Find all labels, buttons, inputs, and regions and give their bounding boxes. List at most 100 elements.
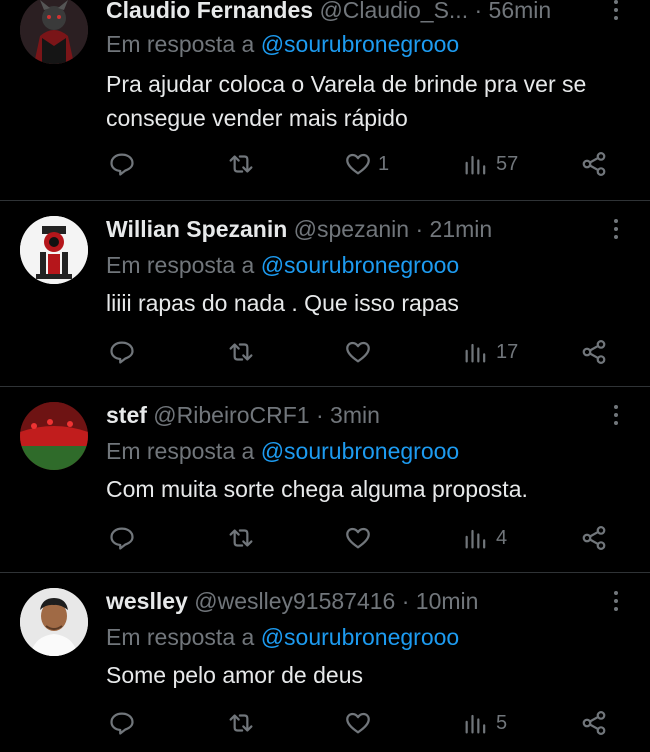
author-handle[interactable]: @Claudio_S... (319, 0, 468, 23)
separator-dot: · (415, 216, 424, 242)
reply-mention-link[interactable]: @sourubronegrooo (261, 252, 460, 278)
repost-button[interactable] (226, 336, 256, 368)
tweet[interactable]: Claudio Fernandes @Claudio_S... · 56min … (0, 0, 650, 200)
view-count: 5 (496, 711, 508, 734)
repost-button[interactable] (226, 148, 256, 180)
repost-button[interactable] (226, 522, 256, 554)
tweet-header: Claudio Fernandes @Claudio_S... · 56min (106, 0, 551, 24)
tweet-actions: 1 57 (0, 148, 650, 180)
share-button[interactable] (580, 336, 608, 368)
share-icon (582, 711, 606, 735)
views-button[interactable]: 5 (462, 707, 507, 739)
views-chart-icon (465, 155, 486, 175)
reply-mention-link[interactable]: @sourubronegrooo (261, 31, 460, 57)
tweet-actions: 17 (0, 336, 650, 368)
timestamp[interactable]: 10min (416, 588, 479, 614)
tweet[interactable]: stef @RibeiroCRF1 · 3min Em resposta a @… (0, 387, 650, 572)
repost-button[interactable] (226, 707, 256, 739)
tweet-text: liiii rapas do nada . Que isso rapas (106, 290, 459, 316)
repost-icon (229, 343, 253, 361)
reply-mention-link[interactable]: @sourubronegrooo (261, 438, 460, 464)
reply-context: Em resposta a @sourubronegrooo (106, 623, 459, 651)
share-icon (582, 152, 606, 176)
repost-icon (229, 529, 253, 547)
heart-icon (346, 527, 370, 549)
view-count: 57 (496, 152, 519, 175)
author-name[interactable]: Willian Spezanin (106, 216, 287, 242)
author-name[interactable]: Claudio Fernandes (106, 0, 313, 23)
views-button[interactable]: 17 (462, 336, 518, 368)
heart-icon (346, 341, 370, 363)
reply-icon (110, 527, 134, 550)
repost-icon (229, 155, 253, 173)
tweet-actions: 4 (0, 522, 650, 554)
tweet[interactable]: weslley @weslley91587416 · 10min Em resp… (0, 573, 650, 752)
reply-icon (110, 712, 134, 735)
share-button[interactable] (580, 148, 608, 180)
like-button[interactable] (344, 707, 378, 739)
tweet-header: weslley @weslley91587416 · 10min (106, 587, 478, 615)
separator-dot: · (474, 0, 483, 23)
share-icon (582, 340, 606, 364)
timestamp[interactable]: 3min (330, 402, 380, 428)
reply-button[interactable] (108, 336, 136, 368)
views-button[interactable]: 4 (462, 522, 507, 554)
reply-context: Em resposta a @sourubronegrooo (106, 437, 459, 465)
avatar-image (20, 402, 88, 470)
avatar[interactable] (20, 588, 88, 656)
more-options-icon[interactable] (606, 587, 626, 615)
timestamp[interactable]: 56min (489, 0, 552, 23)
tweet[interactable]: Willian Spezanin @spezanin · 21min Em re… (0, 201, 650, 386)
like-button[interactable] (344, 522, 378, 554)
share-button[interactable] (580, 707, 608, 739)
reply-prefix: Em resposta a (106, 438, 255, 464)
tweet-text: Some pelo amor de deus (106, 662, 363, 688)
separator-dot: · (401, 588, 410, 614)
views-button[interactable]: 57 (462, 148, 518, 180)
reply-icon (110, 153, 134, 176)
author-name[interactable]: stef (106, 402, 147, 428)
repost-icon (229, 714, 253, 732)
author-handle[interactable]: @spezanin (294, 216, 409, 242)
like-button[interactable] (344, 336, 378, 368)
view-count: 17 (496, 340, 519, 363)
heart-icon (346, 712, 370, 734)
author-name[interactable]: weslley (106, 588, 188, 614)
more-options-icon[interactable] (606, 401, 626, 429)
more-options-icon[interactable] (606, 215, 626, 243)
reply-context: Em resposta a @sourubronegrooo (106, 251, 459, 279)
tweet-actions: 5 (0, 707, 650, 739)
timestamp[interactable]: 21min (430, 216, 493, 242)
tweet-text: Pra ajudar coloca o Varela de brinde pra… (106, 71, 587, 131)
reply-button[interactable] (108, 148, 136, 180)
tweet-header: Willian Spezanin @spezanin · 21min (106, 215, 492, 243)
more-options-icon[interactable] (606, 0, 626, 24)
view-count: 4 (496, 526, 508, 549)
share-icon (582, 526, 606, 550)
views-chart-icon (465, 343, 486, 363)
share-button[interactable] (580, 522, 608, 554)
views-chart-icon (465, 714, 486, 734)
avatar[interactable] (20, 216, 88, 284)
reply-button[interactable] (108, 707, 136, 739)
reply-prefix: Em resposta a (106, 624, 255, 650)
tweet-header: stef @RibeiroCRF1 · 3min (106, 401, 380, 429)
like-count: 1 (378, 152, 390, 175)
avatar-image (20, 588, 88, 656)
heart-icon (346, 153, 370, 175)
like-button[interactable]: 1 (344, 148, 389, 180)
avatar[interactable] (20, 0, 88, 64)
tweet-text: Com muita sorte chega alguma proposta. (106, 476, 528, 502)
views-chart-icon (465, 529, 486, 549)
author-handle[interactable]: @weslley91587416 (194, 588, 395, 614)
reply-context: Em resposta a @sourubronegrooo (106, 30, 459, 58)
reply-icon (110, 341, 134, 364)
avatar[interactable] (20, 402, 88, 470)
reply-button[interactable] (108, 522, 136, 554)
separator-dot: · (315, 402, 324, 428)
reply-prefix: Em resposta a (106, 252, 255, 278)
reply-prefix: Em resposta a (106, 31, 255, 57)
avatar-image (20, 216, 88, 284)
author-handle[interactable]: @RibeiroCRF1 (153, 402, 309, 428)
reply-mention-link[interactable]: @sourubronegrooo (261, 624, 460, 650)
